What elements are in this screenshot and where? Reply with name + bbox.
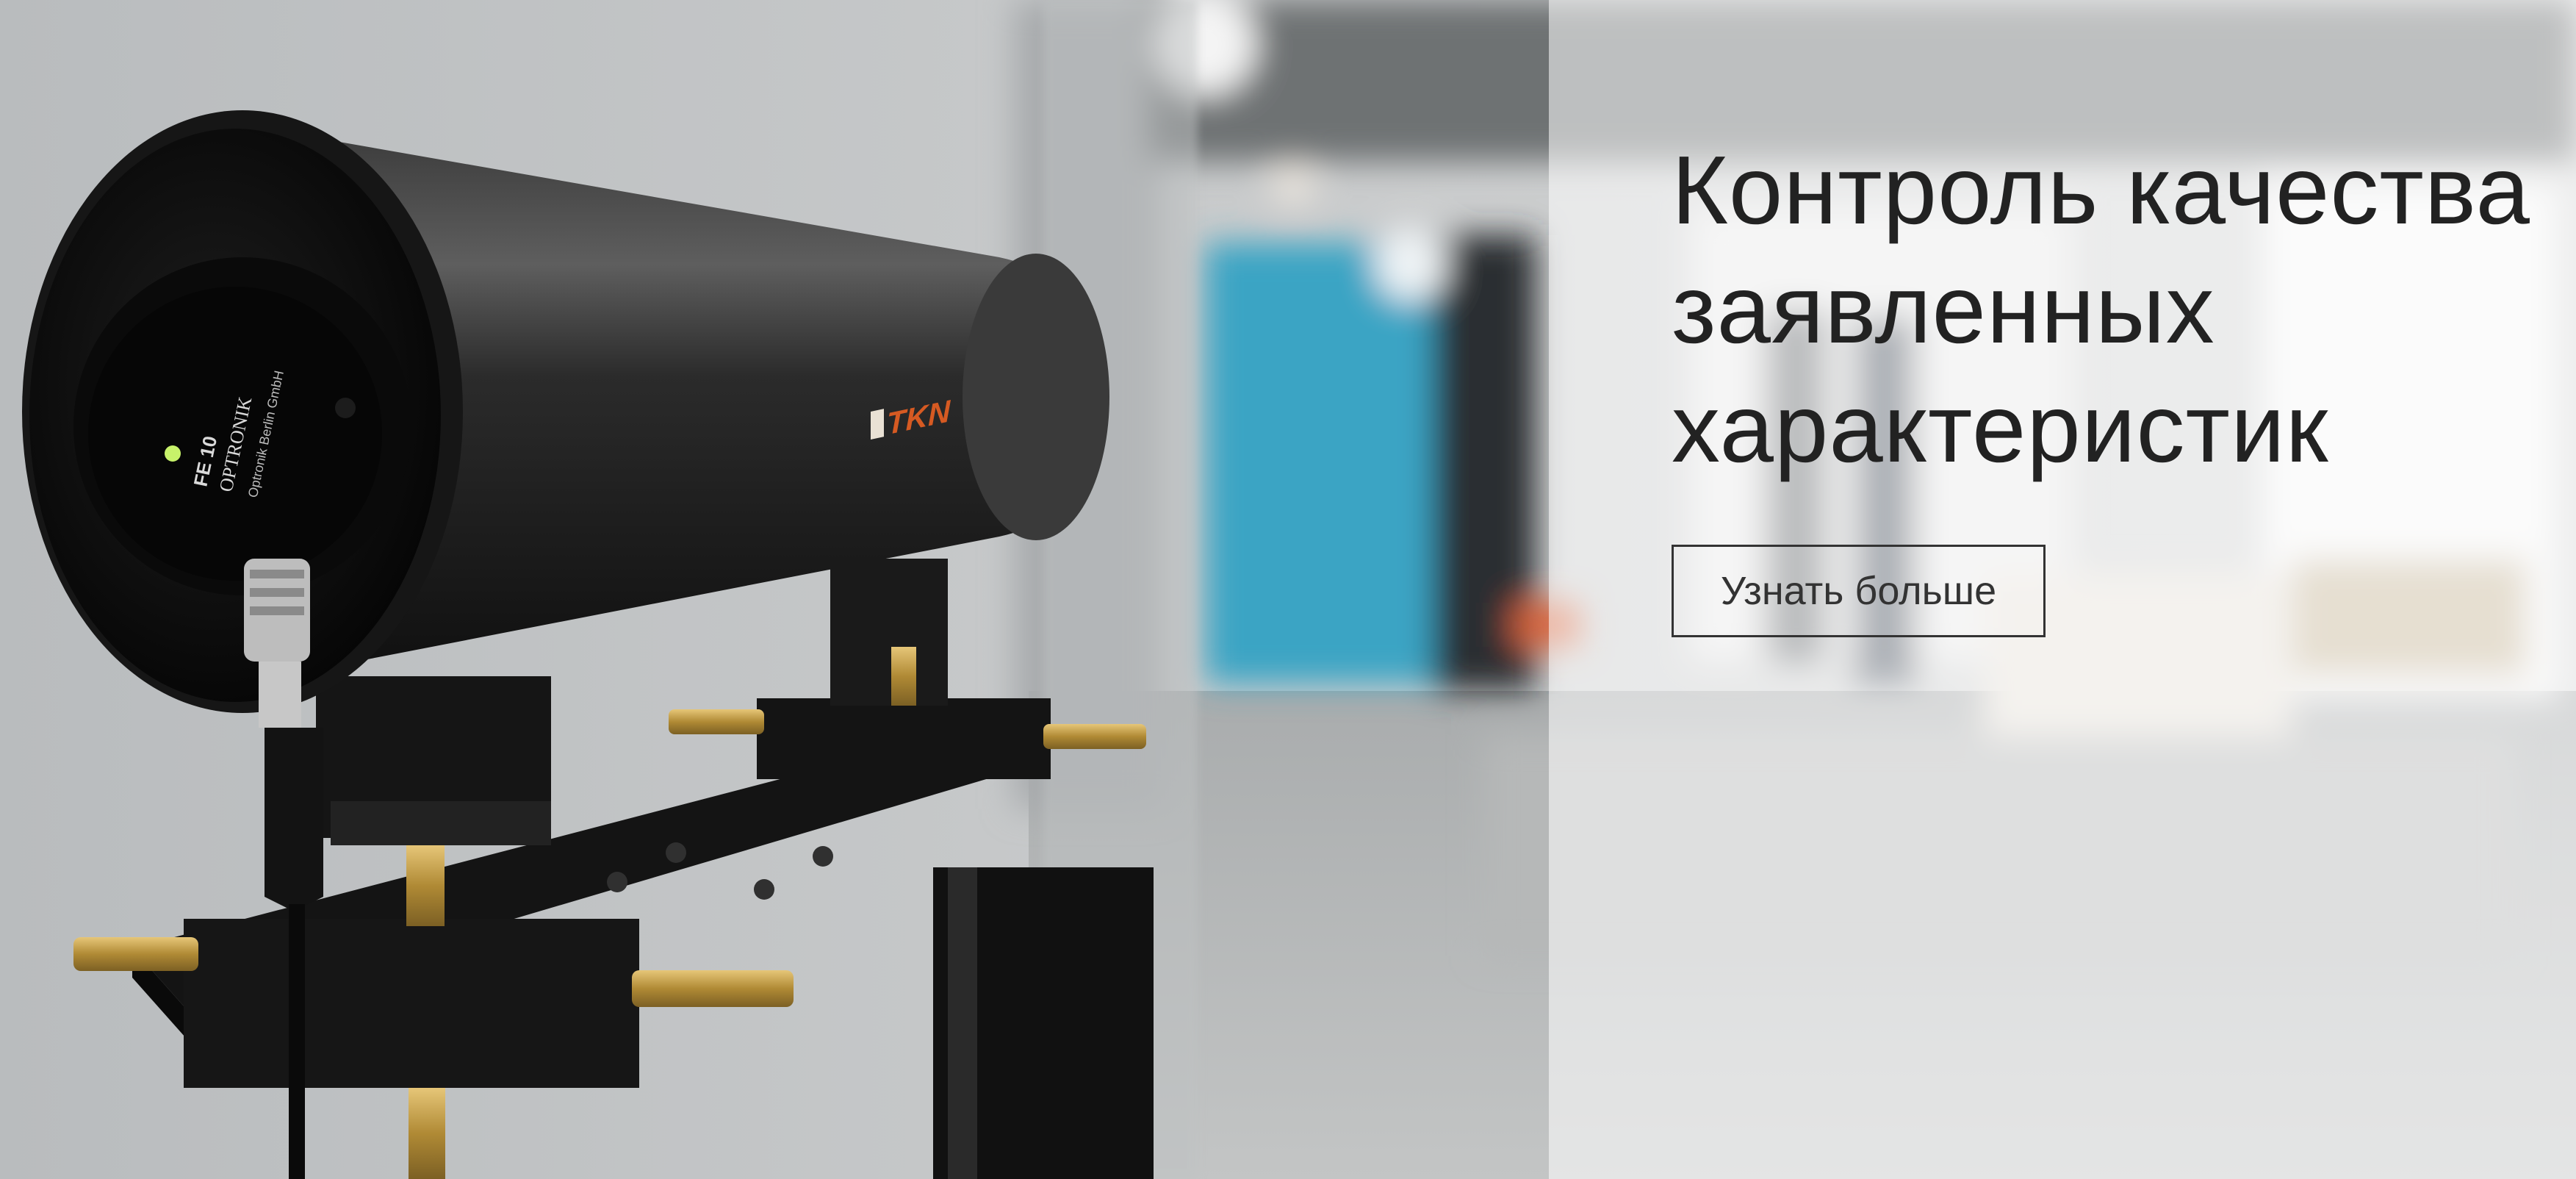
hero-title-line-2: заявленных xyxy=(1672,255,2215,363)
hero-title: Контроль качества заявленных характерист… xyxy=(1672,131,2539,488)
hero-title-line-3: характеристик xyxy=(1672,374,2329,482)
hero-title-line-1: Контроль качества xyxy=(1672,136,2530,244)
learn-more-button[interactable]: Узнать больше xyxy=(1672,545,2046,637)
hero-banner: FE 10 OPTRONIK Optronik Berlin GmbH TKN … xyxy=(0,0,2576,1179)
led-indicator-icon xyxy=(165,445,181,462)
